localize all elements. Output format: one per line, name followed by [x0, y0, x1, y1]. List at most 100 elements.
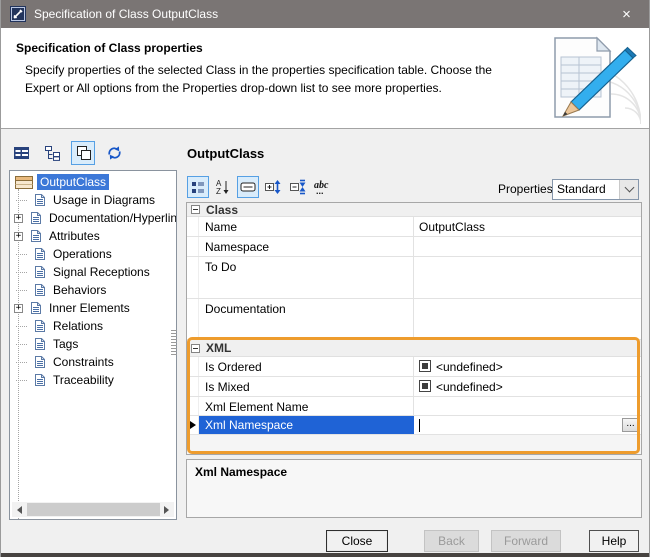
spec-form-button[interactable]: [9, 141, 33, 165]
tree-item-label: Behaviors: [50, 282, 109, 298]
categorized-view-button[interactable]: [187, 176, 209, 198]
property-value-text: <undefined>: [436, 380, 503, 394]
tree-toolbar: [9, 141, 126, 165]
show-description-button[interactable]: [237, 176, 259, 198]
tree-item-traceability[interactable]: Traceability: [10, 371, 176, 389]
tree-item-relations[interactable]: Relations: [10, 317, 176, 335]
combo-dropdown-button[interactable]: [619, 180, 638, 199]
row-marker-cell: [187, 377, 199, 396]
properties-mode-value: Standard: [553, 180, 619, 199]
property-value[interactable]: <undefined>: [414, 377, 641, 396]
collapse-section-icon[interactable]: [191, 344, 200, 353]
help-button[interactable]: Help: [589, 530, 639, 552]
tree-item-inner-elements[interactable]: + Inner Elements: [10, 299, 176, 317]
tree-item-label: Attributes: [46, 228, 103, 244]
property-value[interactable]: [414, 257, 641, 298]
tree-item-usage-in-diagrams[interactable]: Usage in Diagrams: [10, 191, 176, 209]
expand-nodes-button[interactable]: [262, 176, 284, 198]
window-bottom-edge: [1, 553, 649, 557]
indeterminate-checkbox-icon[interactable]: [419, 380, 431, 392]
svg-text:...: ...: [316, 186, 324, 195]
tree-item-label: Constraints: [50, 354, 117, 370]
tree-item-operations[interactable]: Operations: [10, 245, 176, 263]
specification-dialog: Specification of Class OutputClass × Spe…: [0, 0, 650, 557]
document-icon: [34, 373, 46, 387]
tree-item-tags[interactable]: Tags: [10, 335, 176, 353]
close-button[interactable]: ×: [604, 0, 649, 28]
tree-item-signal-receptions[interactable]: Signal Receptions: [10, 263, 176, 281]
tree-item-behaviors[interactable]: Behaviors: [10, 281, 176, 299]
scrollbar-thumb[interactable]: [27, 503, 160, 516]
tree-connector: [16, 290, 27, 291]
sort-alphabetically-button[interactable]: AZ: [212, 176, 234, 198]
close-button[interactable]: Close: [326, 530, 388, 552]
property-row-to-do[interactable]: To Do: [187, 257, 641, 299]
property-name[interactable]: Documentation: [199, 299, 414, 339]
document-icon: [34, 319, 46, 333]
splitter-grip[interactable]: [171, 330, 177, 356]
spec-form-icon: [13, 145, 30, 161]
property-name[interactable]: Xml Namespace: [199, 416, 414, 434]
window-title: Specification of Class OutputClass: [34, 7, 218, 21]
tree-horizontal-scrollbar[interactable]: [12, 502, 174, 517]
expander-plus-icon[interactable]: +: [14, 214, 23, 223]
scroll-right-icon[interactable]: [159, 502, 174, 517]
collapse-nodes-button[interactable]: [287, 176, 309, 198]
properties-table: ClassName OutputClass NamespaceTo DoDocume…: [186, 202, 642, 455]
containment-tree-panel[interactable]: OutputClass Usage in Diagrams+Documentati…: [9, 170, 177, 520]
categorized-view-icon: [190, 180, 206, 195]
property-value-text: OutputClass: [419, 220, 485, 234]
property-row-xml-namespace[interactable]: Xml Namespace...: [187, 416, 641, 435]
property-name[interactable]: Is Ordered: [199, 357, 414, 376]
property-name[interactable]: Name: [199, 217, 414, 236]
svg-text:Z: Z: [216, 187, 221, 195]
property-value[interactable]: ...: [414, 416, 641, 434]
ellipsis-button[interactable]: ...: [622, 418, 639, 432]
tree-item-outputclass[interactable]: OutputClass: [10, 173, 176, 191]
tree-item-label: OutputClass: [37, 174, 109, 190]
property-row-documentation[interactable]: Documentation: [187, 299, 641, 340]
property-row-namespace[interactable]: Namespace: [187, 237, 641, 257]
section-header-xml[interactable]: XML: [187, 340, 641, 357]
abc-filter-button[interactable]: abc...: [312, 176, 334, 198]
document-icon: [34, 193, 46, 207]
row-marker-cell: [187, 357, 199, 376]
property-value[interactable]: [414, 397, 641, 415]
tree-item-documentation-hyperlinks[interactable]: +Documentation/Hyperlinks: [10, 209, 176, 227]
property-name[interactable]: To Do: [199, 257, 414, 298]
text-caret: [419, 419, 420, 432]
tree-view-button[interactable]: [40, 141, 64, 165]
property-name[interactable]: Xml Element Name: [199, 397, 414, 415]
property-row-is-mixed[interactable]: Is Mixed <undefined>: [187, 377, 641, 397]
expander-plus-icon[interactable]: +: [14, 232, 23, 241]
indeterminate-checkbox-icon[interactable]: [419, 360, 431, 372]
property-name[interactable]: Namespace: [199, 237, 414, 256]
properties-mode-select[interactable]: Standard: [552, 179, 639, 200]
section-header-class[interactable]: Class: [187, 203, 641, 217]
property-value[interactable]: [414, 237, 641, 256]
tree-item-label: Inner Elements: [46, 300, 133, 316]
expander-plus-icon[interactable]: +: [14, 304, 23, 313]
property-row-is-ordered[interactable]: Is Ordered<undefined>: [187, 357, 641, 377]
refresh-button[interactable]: [102, 141, 126, 165]
tree-item-attributes[interactable]: + Attributes: [10, 227, 176, 245]
property-value[interactable]: [414, 299, 641, 339]
property-name[interactable]: Is Mixed: [199, 377, 414, 396]
collapse-section-icon[interactable]: [191, 205, 200, 214]
tree-connector: [16, 326, 27, 327]
back-button: Back: [424, 530, 479, 552]
title-bar[interactable]: Specification of Class OutputClass ×: [1, 0, 649, 28]
section-label: XML: [206, 341, 231, 355]
property-value[interactable]: <undefined>: [414, 357, 641, 376]
document-icon: [30, 211, 42, 225]
tree-item-label: Usage in Diagrams: [50, 192, 158, 208]
scroll-left-icon[interactable]: [12, 502, 27, 517]
property-row-xml-element-name[interactable]: Xml Element Name: [187, 397, 641, 416]
property-value[interactable]: OutputClass: [414, 217, 641, 236]
tree-item-constraints[interactable]: Constraints: [10, 353, 176, 371]
property-row-name[interactable]: Name OutputClass: [187, 217, 641, 237]
containment-view-button[interactable]: [71, 141, 95, 165]
row-marker-cell: [187, 397, 199, 415]
element-title: OutputClass: [187, 146, 264, 161]
tree-view-icon: [44, 145, 61, 161]
